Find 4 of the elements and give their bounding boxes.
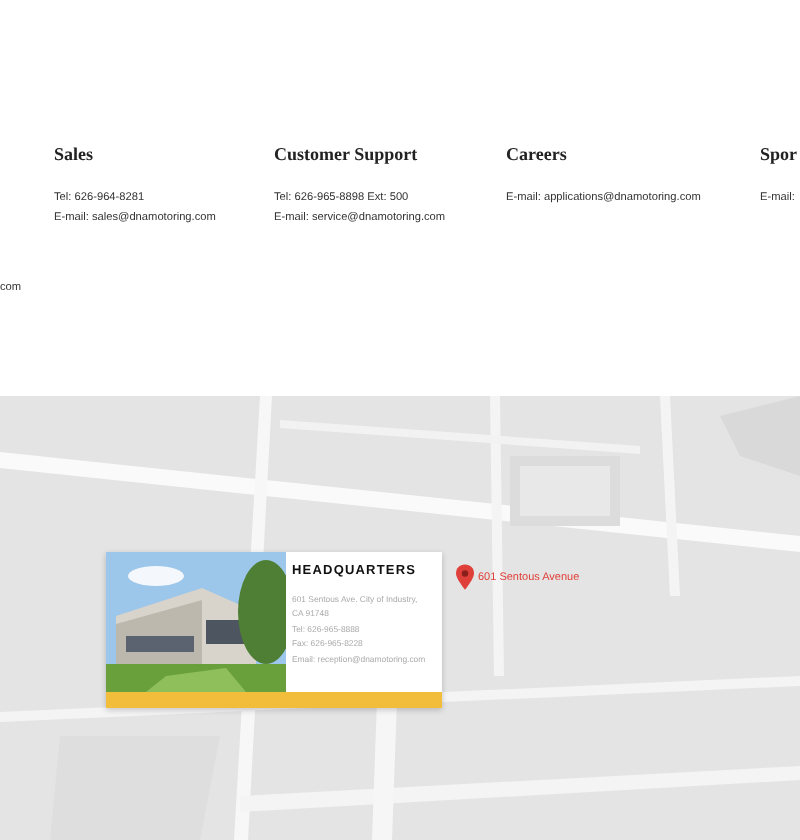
section-heading: Sales xyxy=(54,144,96,164)
section-heading: Customer Support xyxy=(274,144,420,164)
section-heading: Careers xyxy=(506,144,569,164)
section-heading: Spor xyxy=(760,144,798,164)
